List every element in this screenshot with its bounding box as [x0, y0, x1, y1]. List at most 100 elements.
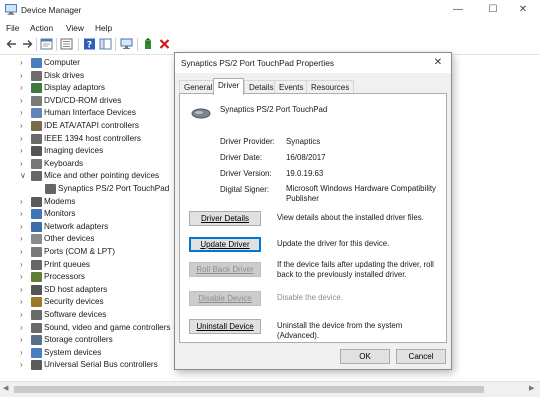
tree-category[interactable]: › Display adaptors — [0, 82, 176, 95]
chevron-right-icon[interactable]: › — [20, 58, 28, 67]
properties-icon[interactable] — [40, 38, 53, 50]
chevron-down-icon[interactable]: ∨ — [20, 171, 28, 180]
chevron-right-icon[interactable]: › — [20, 348, 28, 357]
chevron-right-icon[interactable]: › — [20, 335, 28, 344]
tab-resources[interactable]: Resources — [306, 80, 355, 94]
scrollbar-thumb[interactable] — [14, 386, 484, 393]
tree-child-item[interactable]: Synaptics PS/2 Port TouchPad — [0, 183, 176, 196]
menu-help[interactable]: Help — [95, 23, 112, 33]
horizontal-scrollbar[interactable]: ◀ ▶ — [0, 381, 540, 397]
scan-hardware-icon[interactable] — [120, 38, 133, 50]
tree-category[interactable]: › Human Interface Devices — [0, 107, 176, 120]
tree-category[interactable]: › Universal Serial Bus controllers — [0, 359, 176, 372]
chevron-right-icon[interactable]: › — [20, 159, 28, 168]
chevron-right-icon[interactable]: › — [20, 108, 28, 117]
ide-controller-icon — [31, 121, 42, 131]
tree-category[interactable]: › Security devices — [0, 296, 176, 309]
tab-general[interactable]: General — [179, 80, 218, 94]
show-hide-tree-icon[interactable] — [60, 38, 73, 50]
cancel-button[interactable]: Cancel — [396, 349, 446, 364]
system-device-icon — [31, 347, 42, 358]
menu-view[interactable]: View — [66, 23, 84, 33]
toolbar-separator — [36, 38, 37, 51]
chevron-right-icon[interactable]: › — [20, 297, 28, 306]
tree-category[interactable]: › Imaging devices — [0, 145, 176, 158]
tree-category[interactable]: › Other devices — [0, 233, 176, 246]
chevron-right-icon[interactable]: › — [20, 146, 28, 155]
tree-item-label: Mice and other pointing devices — [44, 171, 160, 181]
chevron-right-icon[interactable]: › — [20, 285, 28, 294]
tree-category[interactable]: › Storage controllers — [0, 334, 176, 347]
tree-category[interactable]: › Keyboards — [0, 158, 176, 171]
uninstall-device-icon[interactable] — [158, 38, 171, 50]
chevron-right-icon[interactable]: › — [20, 360, 28, 369]
roll-back-driver-button[interactable]: Roll Back Driver — [189, 262, 261, 277]
tree-category[interactable]: › Print queues — [0, 259, 176, 272]
tree-item-label: Ports (COM & LPT) — [44, 247, 115, 256]
tree-item-label: IEEE 1394 host controllers — [44, 133, 141, 143]
chevron-right-icon[interactable]: › — [20, 234, 28, 243]
chevron-right-icon[interactable]: › — [20, 310, 28, 319]
tree-category[interactable]: › Ports (COM & LPT) — [0, 246, 176, 259]
chevron-right-icon[interactable]: › — [20, 222, 28, 231]
hid-icon — [31, 108, 42, 119]
touchpad-icon — [191, 108, 211, 119]
driver-details-button[interactable]: Driver Details — [189, 211, 261, 226]
roll-back-driver-label: Roll Back Driver — [196, 265, 254, 274]
chevron-right-icon[interactable]: › — [20, 247, 28, 256]
tab-events[interactable]: Events — [274, 80, 309, 94]
tree-category[interactable]: › Monitors — [0, 208, 176, 221]
chevron-right-icon[interactable]: › — [20, 71, 28, 80]
dialog-close-button[interactable]: ✕ — [427, 54, 449, 72]
minimize-button[interactable]: — — [441, 0, 475, 20]
display-adapter-icon — [31, 83, 42, 94]
dialog-title: Synaptics PS/2 Port TouchPad Properties — [181, 58, 334, 68]
tree-item-label: Network adapters — [44, 221, 109, 231]
ok-button[interactable]: OK — [340, 349, 390, 364]
tree-category[interactable]: › IEEE 1394 host controllers — [0, 133, 176, 146]
scroll-right-icon[interactable]: ▶ — [529, 384, 534, 392]
tree-category[interactable]: › Sound, video and game controllers — [0, 322, 176, 335]
chevron-right-icon[interactable]: › — [20, 272, 28, 281]
tree-category[interactable]: › Processors — [0, 271, 176, 284]
tree-category[interactable]: › DVD/CD-ROM drives — [0, 95, 176, 108]
forward-arrow-icon[interactable] — [21, 38, 34, 50]
tree-category[interactable]: ∨ Mice and other pointing devices — [0, 170, 176, 183]
svg-text:?: ? — [87, 40, 92, 50]
chevron-right-icon[interactable]: › — [20, 121, 28, 130]
tree-category[interactable]: › Computer — [0, 57, 176, 70]
update-driver-icon[interactable] — [142, 38, 155, 50]
maximize-button[interactable]: ☐ — [476, 0, 510, 20]
tree-item-label: Synaptics PS/2 Port TouchPad — [58, 184, 170, 193]
driver-tab-panel: Synaptics PS/2 Port TouchPad Driver Prov… — [179, 93, 447, 343]
tree-category[interactable]: › IDE ATA/ATAPI controllers — [0, 120, 176, 133]
back-arrow-icon[interactable] — [5, 38, 18, 50]
disable-device-button[interactable]: Disable Device — [189, 291, 261, 306]
tree-item-label: Disk drives — [44, 70, 85, 80]
chevron-right-icon[interactable]: › — [20, 260, 28, 269]
help-icon[interactable]: ? — [83, 38, 96, 50]
uninstall-device-button[interactable]: Uninstall Device — [189, 319, 261, 334]
close-window-button[interactable]: ✕ — [506, 0, 540, 20]
chevron-right-icon[interactable]: › — [20, 197, 28, 206]
scroll-left-icon[interactable]: ◀ — [3, 384, 8, 392]
chevron-right-icon[interactable]: › — [20, 134, 28, 143]
tree-category[interactable]: › Network adapters — [0, 221, 176, 234]
tree-category[interactable]: › Software devices — [0, 309, 176, 322]
menu-action[interactable]: Action — [30, 23, 53, 33]
device-view-icon[interactable] — [99, 38, 112, 50]
tree-item-label: DVD/CD-ROM drives — [44, 95, 122, 105]
window-titlebar: Device Manager — ☐ ✕ — [0, 0, 540, 20]
tree-category[interactable]: › SD host adapters — [0, 284, 176, 297]
chevron-right-icon[interactable]: › — [20, 323, 28, 332]
tree-category[interactable]: › System devices — [0, 347, 176, 360]
tree-category[interactable]: › Disk drives — [0, 70, 176, 83]
tree-category[interactable]: › Modems — [0, 196, 176, 209]
tab-driver[interactable]: Driver — [213, 78, 245, 95]
chevron-right-icon[interactable]: › — [20, 96, 28, 105]
menu-file[interactable]: File — [6, 23, 19, 33]
update-driver-button[interactable]: Update Driver — [189, 237, 261, 252]
device-tree: › Computer › Disk drives › Display adaptors › D… — [0, 55, 176, 380]
chevron-right-icon[interactable]: › — [20, 83, 28, 92]
chevron-right-icon[interactable]: › — [20, 209, 28, 218]
